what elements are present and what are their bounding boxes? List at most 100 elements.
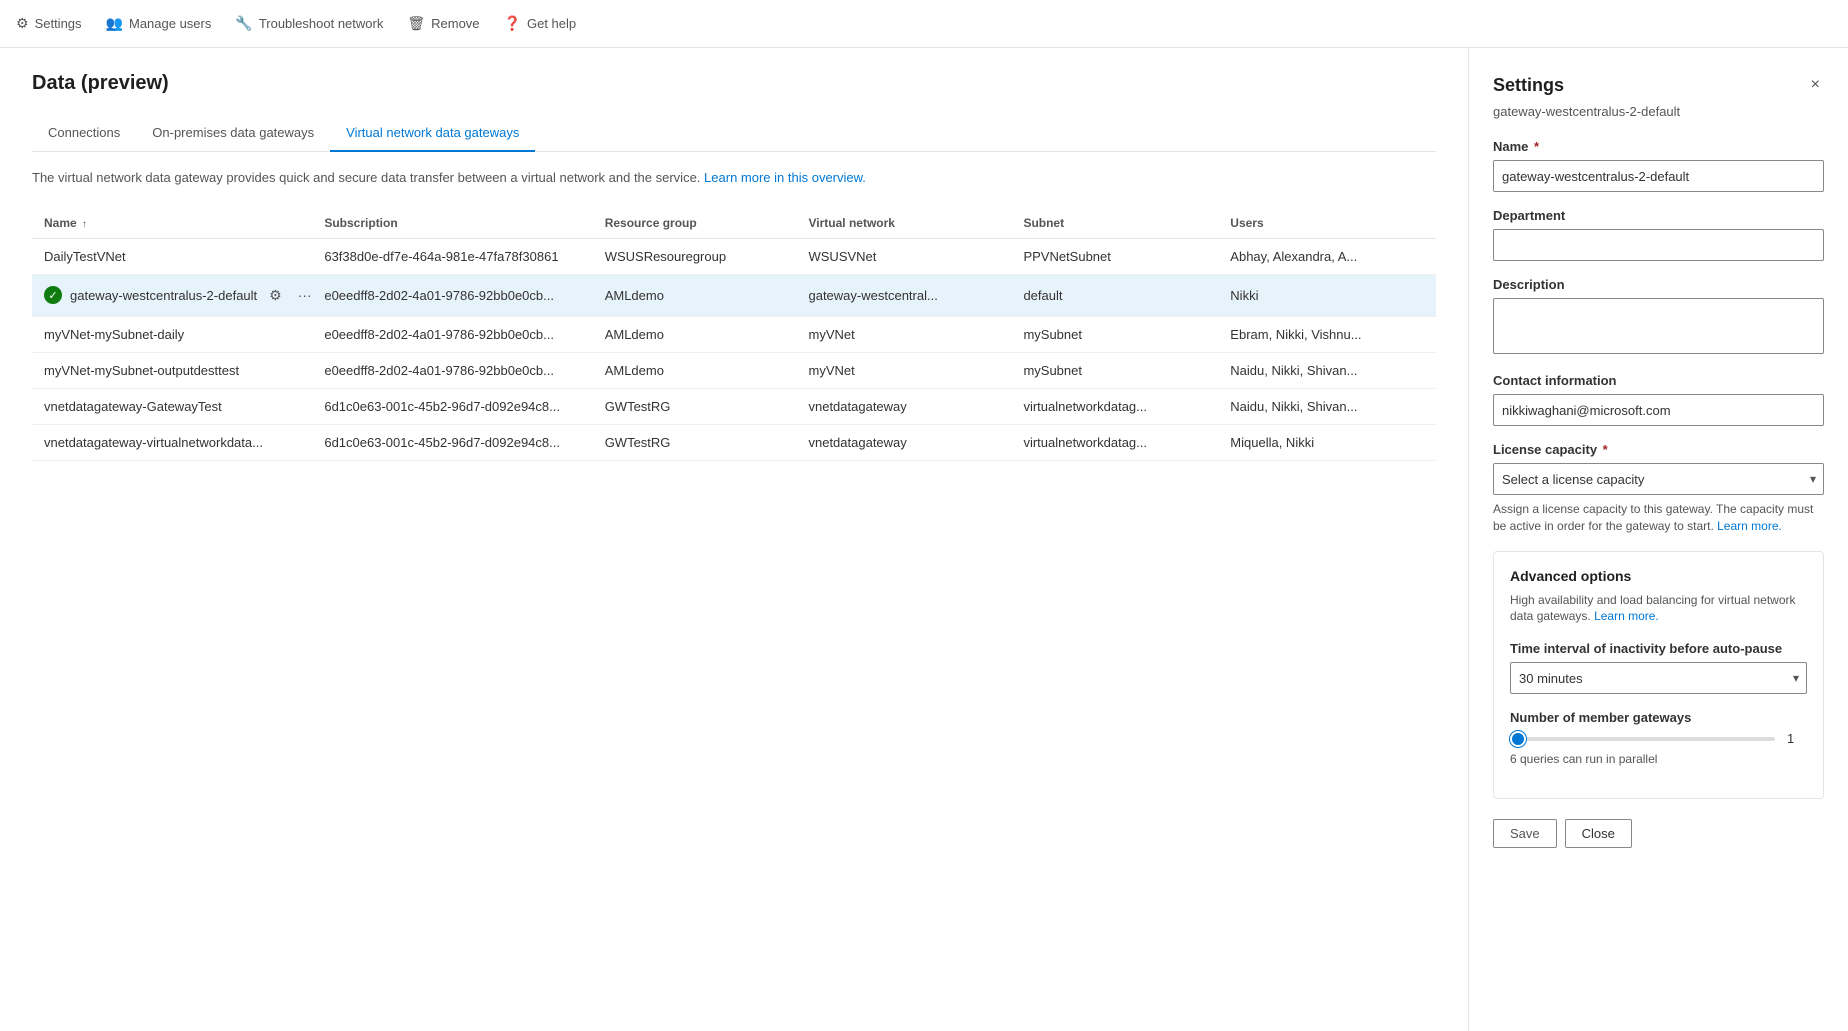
page-title: Data (preview) [32, 72, 1436, 95]
save-button[interactable]: Save [1493, 819, 1557, 848]
slider-row: 1 [1510, 731, 1807, 746]
contact-field-group: Contact information [1493, 373, 1824, 426]
tab-on-premises[interactable]: On-premises data gateways [136, 115, 330, 152]
cell-virtual-network: WSUSVNet [796, 238, 1011, 274]
department-field-group: Department [1493, 208, 1824, 261]
cell-resource-group: AMLdemo [593, 316, 797, 352]
cell-users: Naidu, Nikki, Shivan... [1218, 352, 1436, 388]
cell-name-text: vnetdatagateway-virtualnetworkdata... [44, 435, 263, 450]
description-link[interactable]: Learn more in this overview. [704, 170, 866, 185]
settings-panel-title: Settings [1493, 75, 1564, 96]
troubleshoot-icon: 🔧 [235, 15, 252, 32]
cell-name: ✓ gateway-westcentralus-2-default ⚙ ··· [32, 274, 312, 316]
col-subscription: Subscription [312, 208, 592, 239]
table-row[interactable]: myVNet-mySubnet-daily e0eedff8-2d02-4a01-… [32, 316, 1436, 352]
toolbar-remove[interactable]: 🗑 Remove [407, 11, 479, 36]
toolbar-remove-label: Remove [431, 16, 479, 31]
name-input[interactable] [1493, 160, 1824, 192]
description-textarea[interactable] [1493, 298, 1824, 354]
advanced-options-box: Advanced options High availability and l… [1493, 551, 1824, 800]
left-panel: Data (preview) Connections On-premises d… [0, 48, 1468, 1031]
toolbar-settings[interactable]: ⚙ Settings [16, 11, 82, 36]
status-active-icon: ✓ [44, 286, 62, 304]
contact-input[interactable] [1493, 394, 1824, 426]
toolbar: ⚙ Settings 👥 Manage users 🔧 Troubleshoot… [0, 0, 1848, 48]
member-gateways-label: Number of member gateways [1510, 710, 1807, 725]
cell-name-text: DailyTestVNet [44, 249, 126, 264]
cell-subscription: 63f38d0e-df7e-464a-981e-47fa78f30861 [312, 238, 592, 274]
cell-name-text: myVNet-mySubnet-outputdesttest [44, 363, 239, 378]
cell-name: myVNet-mySubnet-daily [32, 316, 312, 352]
department-label: Department [1493, 208, 1824, 223]
advanced-title: Advanced options [1510, 568, 1807, 584]
main-content: Data (preview) Connections On-premises d… [0, 48, 1848, 1031]
toolbar-settings-label: Settings [35, 16, 82, 31]
cell-name-text: myVNet-mySubnet-daily [44, 327, 184, 342]
settings-close-button[interactable]: × [1807, 72, 1824, 98]
col-subnet: Subnet [1011, 208, 1218, 239]
time-interval-group: Time interval of inactivity before auto-… [1510, 641, 1807, 694]
department-input[interactable] [1493, 229, 1824, 261]
member-gateways-group: Number of member gateways 1 6 queries ca… [1510, 710, 1807, 766]
settings-panel: Settings × gateway-westcentralus-2-defau… [1468, 48, 1848, 1031]
license-note: Assign a license capacity to this gatewa… [1493, 501, 1824, 535]
toolbar-troubleshoot-network[interactable]: 🔧 Troubleshoot network [235, 11, 383, 36]
table-row[interactable]: vnetdatagateway-GatewayTest6d1c0e63-001c… [32, 388, 1436, 424]
license-field-group: License capacity * Select a license capa… [1493, 442, 1824, 535]
license-select-wrapper: Select a license capacityPremium P1Premi… [1493, 463, 1824, 495]
cell-subscription: 6d1c0e63-001c-45b2-96d7-d092e94c8... [312, 424, 592, 460]
license-note-link[interactable]: Learn more. [1717, 519, 1782, 533]
sort-icon: ↑ [82, 219, 87, 230]
time-interval-select[interactable]: 30 minutes1 hour2 hoursNever [1510, 662, 1807, 694]
time-interval-label: Time interval of inactivity before auto-… [1510, 641, 1807, 656]
contact-label: Contact information [1493, 373, 1824, 388]
cell-subnet: default [1011, 274, 1218, 316]
settings-header: Settings × [1493, 72, 1824, 98]
cell-subnet: mySubnet [1011, 352, 1218, 388]
cell-name-text: gateway-westcentralus-2-default [70, 288, 257, 303]
tab-virtual-network[interactable]: Virtual network data gateways [330, 115, 535, 152]
col-name: Name ↑ [32, 208, 312, 239]
cell-subscription: e0eedff8-2d02-4a01-9786-92bb0e0cb... [312, 352, 592, 388]
toolbar-manage-users-label: Manage users [129, 16, 211, 31]
slider-value: 1 [1787, 731, 1807, 746]
cell-resource-group: WSUSResouregroup [593, 238, 797, 274]
advanced-learn-more-link[interactable]: Learn more. [1594, 609, 1659, 623]
cell-users: Miquella, Nikki [1218, 424, 1436, 460]
name-field-group: Name * [1493, 139, 1824, 192]
name-label: Name * [1493, 139, 1824, 154]
cell-name: DailyTestVNet [32, 238, 312, 274]
cell-subscription: e0eedff8-2d02-4a01-9786-92bb0e0cb... [312, 274, 592, 316]
tab-connections[interactable]: Connections [32, 115, 136, 152]
col-users: Users [1218, 208, 1436, 239]
col-resource-group: Resource group [593, 208, 797, 239]
toolbar-manage-users[interactable]: 👥 Manage users [106, 11, 212, 36]
cell-users: Abhay, Alexandra, A... [1218, 238, 1436, 274]
settings-icon: ⚙ [16, 15, 29, 32]
cell-users: Ebram, Nikki, Vishnu... [1218, 316, 1436, 352]
cell-users: Nikki [1218, 274, 1436, 316]
cell-subnet: virtualnetworkdatag... [1011, 388, 1218, 424]
cell-virtual-network: gateway-westcentral... [796, 274, 1011, 316]
table-row[interactable]: myVNet-mySubnet-outputdesttest e0eedff8-2… [32, 352, 1436, 388]
member-gateways-slider[interactable] [1510, 737, 1775, 741]
row-ellipsis-button[interactable]: ··· [294, 285, 313, 305]
cell-subscription: e0eedff8-2d02-4a01-9786-92bb0e0cb... [312, 316, 592, 352]
table-row[interactable]: DailyTestVNet 63f38d0e-df7e-464a-981e-47f… [32, 238, 1436, 274]
row-gear-button[interactable]: ⚙ [265, 285, 286, 306]
table-row[interactable]: vnetdatagateway-virtualnetworkdata... 6d1… [32, 424, 1436, 460]
description-label: Description [1493, 277, 1824, 292]
table-header-row: Name ↑ Subscription Resource group Virtu… [32, 208, 1436, 239]
toolbar-get-help[interactable]: ❓ Get help [504, 11, 577, 36]
cell-name: vnetdatagateway-GatewayTest [32, 388, 312, 424]
close-button[interactable]: Close [1565, 819, 1632, 848]
tabs-bar: Connections On-premises data gateways Vi… [32, 115, 1436, 152]
description-text: The virtual network data gateway provide… [32, 168, 1436, 188]
cell-resource-group: GWTestRG [593, 388, 797, 424]
cell-resource-group: AMLdemo [593, 274, 797, 316]
license-select[interactable]: Select a license capacityPremium P1Premi… [1493, 463, 1824, 495]
remove-icon: 🗑 [407, 15, 425, 32]
cell-resource-group: AMLdemo [593, 352, 797, 388]
gateway-table: Name ↑ Subscription Resource group Virtu… [32, 208, 1436, 461]
table-row[interactable]: ✓ gateway-westcentralus-2-default ⚙ ···e0ee… [32, 274, 1436, 316]
